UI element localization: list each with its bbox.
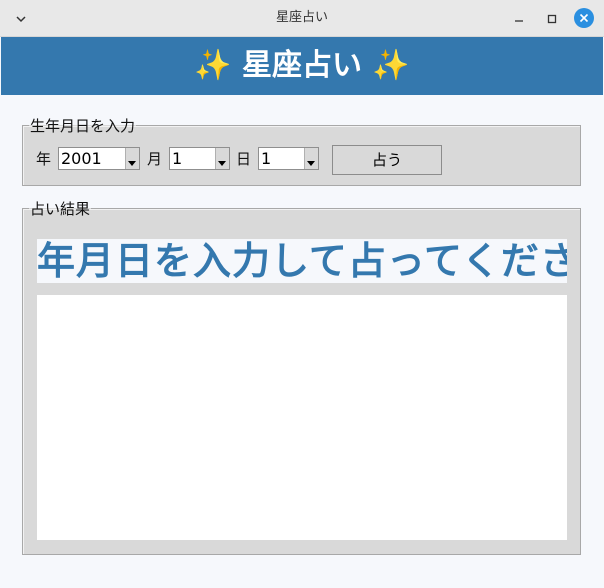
day-label: 日: [236, 150, 252, 168]
result-group-legend: 占い結果: [30, 200, 91, 218]
day-select-value: 1: [261, 149, 272, 168]
window-titlebar: 星座占い: [0, 0, 604, 37]
month-select-value: 1: [172, 149, 183, 168]
birthdate-group-legend: 生年月日を入力: [30, 117, 136, 135]
result-headline: 年月日を入力して占ってください: [37, 239, 567, 283]
dropdown-arrow-icon[interactable]: [125, 148, 139, 169]
month-label: 月: [147, 150, 163, 168]
year-label: 年: [36, 150, 52, 168]
year-select[interactable]: 2001: [58, 147, 140, 170]
fortune-button[interactable]: 占う: [332, 145, 442, 175]
month-select[interactable]: 1: [169, 147, 230, 170]
day-select[interactable]: 1: [258, 147, 319, 170]
dropdown-arrow-icon[interactable]: [215, 148, 229, 169]
dropdown-arrow-icon[interactable]: [304, 148, 318, 169]
app-banner: ✨ 星座占い ✨: [1, 37, 603, 95]
year-select-value: 2001: [61, 149, 102, 168]
close-icon[interactable]: [574, 8, 594, 28]
result-text-area[interactable]: [37, 295, 567, 540]
minimize-icon[interactable]: [512, 11, 526, 25]
maximize-icon[interactable]: [545, 11, 559, 25]
